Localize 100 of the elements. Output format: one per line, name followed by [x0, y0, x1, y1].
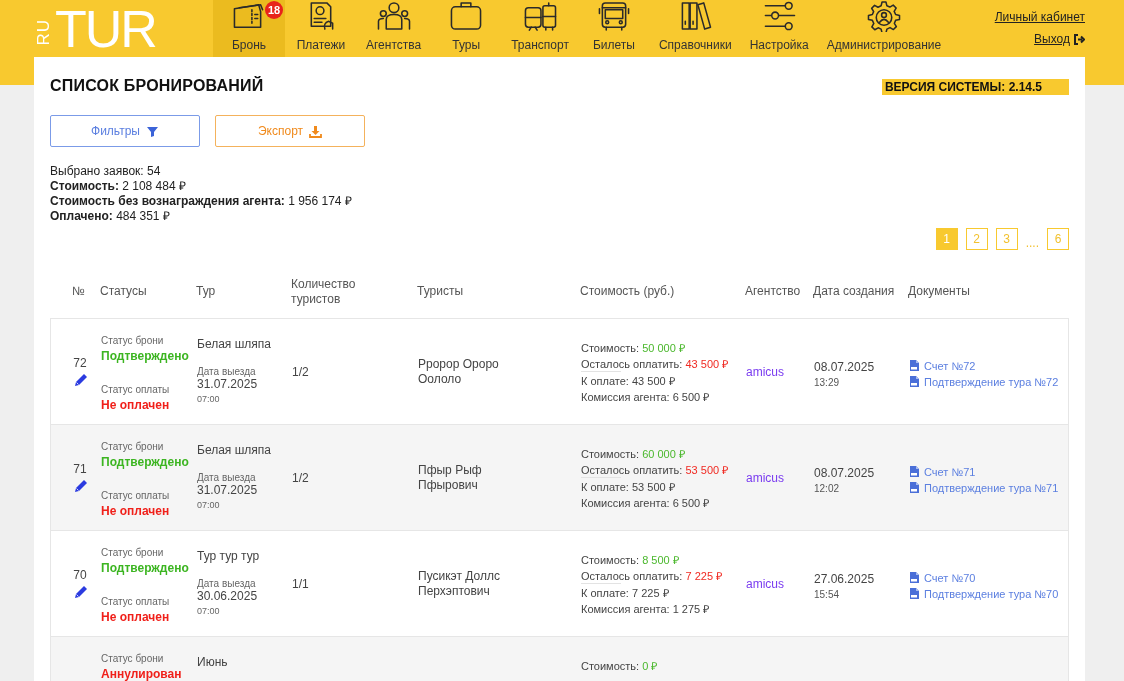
column-header: Статусы	[100, 284, 147, 299]
agency-link[interactable]: amicus	[746, 576, 784, 591]
departure-label: Дата выезда	[197, 366, 257, 377]
nav-tab[interactable]: Бронь 18	[213, 0, 285, 57]
filter-button[interactable]: Фильтры	[50, 115, 200, 147]
file-icon	[909, 481, 920, 494]
column-header: Тур	[196, 284, 216, 299]
departure-time: 07:00	[197, 394, 221, 404]
departure-label: Дата выезда	[197, 472, 257, 483]
page-ellipsis: ....	[1025, 236, 1039, 250]
edit-icon[interactable]	[72, 478, 88, 493]
column-header: Количество туристов	[291, 276, 357, 307]
departure-date: 30.06.2025	[197, 589, 259, 603]
cost-line: Стоимость: 60 000 ₽	[581, 447, 686, 461]
column-header: Стоимость (руб.)	[580, 284, 675, 299]
departure-date: 31.07.2025	[197, 483, 259, 497]
status-value: Не оплачен	[101, 610, 171, 624]
status-value: Подтверждено	[101, 349, 190, 363]
document-link[interactable]: Счет №71	[909, 465, 1068, 478]
column-header: Документы	[908, 284, 970, 299]
column-header: Дата создания	[813, 284, 895, 299]
people-icon	[375, 0, 412, 32]
cost-line: Стоимость: 8 500 ₽	[581, 553, 680, 567]
cost-line: Комиссия агента: 6 500 ₽	[581, 390, 711, 404]
nav-tab[interactable]: Агентства	[357, 0, 431, 57]
nav-tab[interactable]: Транспорт	[502, 0, 578, 57]
nav-tab[interactable]: Платежи	[285, 0, 357, 57]
cost-line: К оплате: 7 225 ₽	[581, 586, 670, 600]
train-bus-icon	[522, 0, 559, 32]
created-time: 13:29	[814, 376, 841, 388]
cost-line: Стоимость: 0 ₽	[581, 659, 659, 673]
nav-tab[interactable]: Администрирование	[817, 0, 951, 57]
document-link[interactable]: Счет №70	[909, 571, 1068, 584]
logout-icon	[1073, 32, 1085, 46]
cost-line: Осталось оплатить: 53 500 ₽	[581, 463, 730, 477]
status-value: Не оплачен	[101, 398, 171, 412]
summary-line: Стоимость: 2 108 484 ₽	[50, 179, 186, 194]
created-date: 08.07.2025	[814, 465, 876, 480]
tourist-count: 1/1	[292, 576, 309, 591]
nav-tab[interactable]: Справочники	[649, 0, 741, 57]
departure-label: Дата выезда	[197, 578, 257, 589]
nav-tab[interactable]: Билеты	[577, 0, 650, 57]
file-icon	[909, 465, 920, 478]
tourist-names: Пусикэт Доллс Перхэптович	[418, 568, 500, 598]
tourist-count: 1/2	[292, 364, 309, 379]
booking-number: 71	[73, 462, 87, 476]
file-icon	[909, 359, 920, 372]
status-label: Статус брони	[101, 335, 165, 346]
tour-name: Белая шляпа	[197, 443, 272, 457]
summary-line: Оплачено: 484 351 ₽	[50, 209, 170, 224]
created-time: 15:54	[814, 588, 841, 600]
status-value: Подтверждено	[101, 455, 190, 469]
file-icon	[909, 571, 920, 584]
status-label: Статус брони	[101, 653, 165, 664]
logout-link[interactable]: Выход	[1034, 32, 1085, 46]
file-icon	[909, 375, 920, 388]
download-icon	[309, 124, 323, 138]
status-value: Подтверждено	[101, 561, 190, 575]
tourist-names: Пфыр Рыф Пфырович	[418, 462, 482, 492]
booking-number: 72	[73, 356, 87, 370]
summary-line: Стоимость без вознаграждения агента: 1 956 174 ₽	[50, 194, 352, 209]
tourist-names: Рророр Ороро Оололо	[418, 356, 499, 386]
departure-time: 07:00	[197, 500, 221, 510]
agency-link[interactable]: amicus	[746, 470, 784, 485]
document-link[interactable]: Подтверждение тура №71	[909, 481, 1068, 494]
status-label: Статус брони	[101, 441, 165, 452]
tour-name: Июнь	[197, 655, 229, 669]
page-title: СПИСОК БРОНИРОВАНИЙ	[50, 77, 264, 95]
created-date: 08.07.2025	[814, 359, 876, 374]
profile-link[interactable]: Личный кабинет	[994, 10, 1085, 24]
document-link[interactable]: Подтверждение тура №72	[909, 375, 1068, 388]
edit-icon[interactable]	[72, 584, 88, 599]
status-label: Статус брони	[101, 547, 165, 558]
created-date: 27.06.2025	[814, 571, 876, 586]
tour-name: Белая шляпа	[197, 337, 272, 351]
cost-line: Комиссия агента: 6 500 ₽	[581, 496, 711, 510]
booking-number: 70	[73, 568, 87, 582]
document-link[interactable]: Счет №72	[909, 359, 1068, 372]
status-label: Статус оплаты	[101, 596, 171, 607]
cost-line: Осталось оплатить: 7 225 ₽	[581, 569, 724, 583]
edit-icon[interactable]	[72, 372, 88, 387]
version-badge: ВЕРСИЯ СИСТЕМЫ: 2.14.5	[881, 79, 1069, 95]
nav-tab[interactable]: Настройка	[740, 0, 818, 57]
status-label: Статус оплаты	[101, 490, 171, 501]
status-value: Аннулирован	[101, 667, 183, 681]
departure-date: 31.07.2025	[197, 377, 259, 391]
cost-line: К оплате: 43 500 ₽	[581, 374, 676, 388]
tourist-count: 1/2	[292, 470, 309, 485]
agency-link[interactable]: amicus	[746, 364, 784, 379]
summary-line: Выбрано заявок: 54	[50, 164, 161, 179]
filter-icon	[145, 124, 159, 138]
created-time: 12:02	[814, 482, 841, 494]
gear-icon	[865, 0, 902, 32]
document-link[interactable]: Подтверждение тура №70	[909, 587, 1068, 600]
departure-time: 07:00	[197, 606, 221, 616]
column-header: Агентство	[745, 284, 801, 299]
status-label: Статус оплаты	[101, 384, 171, 395]
count-badge: 18	[265, 1, 283, 19]
nav-tab[interactable]: Туры	[430, 0, 503, 57]
status-value: Не оплачен	[101, 504, 171, 518]
